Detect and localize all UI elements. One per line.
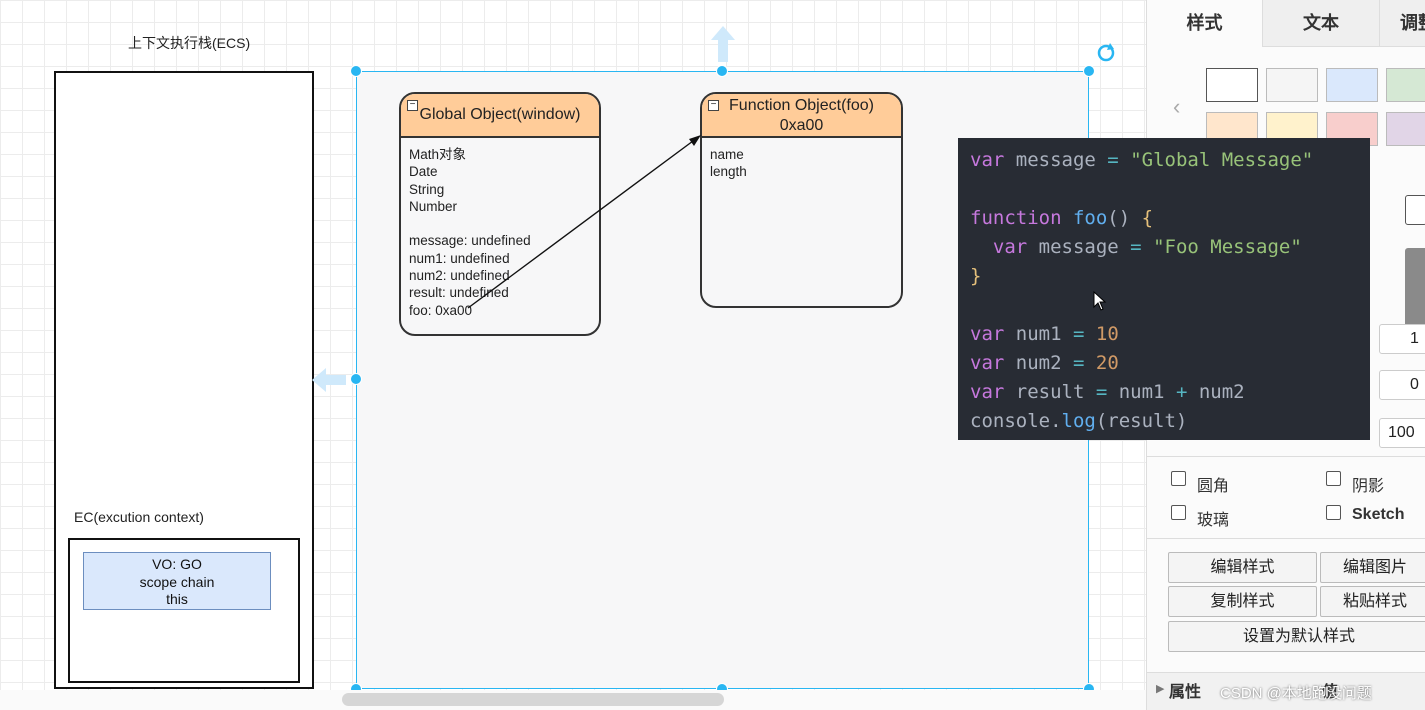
- code-line-10: console.log(result): [970, 410, 1188, 432]
- paste-style-button[interactable]: 粘贴样式: [1320, 586, 1425, 617]
- resize-handle[interactable]: [1083, 65, 1095, 77]
- properties-label: 属性: [1169, 684, 1202, 701]
- swatch-blue[interactable]: [1326, 68, 1378, 102]
- global-object-node[interactable]: − Global Object(window) Math对象 Date Stri…: [399, 92, 601, 336]
- csdn-watermark: CSDN @本地跑没问题: [1220, 685, 1372, 702]
- code-line-9: var result = num1 + num2: [970, 381, 1245, 403]
- this-line: this: [166, 591, 188, 607]
- function-object-title: Function Object(foo): [729, 97, 874, 114]
- percent-field[interactable]: 100: [1379, 418, 1425, 448]
- rounded-checkbox[interactable]: [1171, 471, 1186, 486]
- collapse-icon[interactable]: −: [407, 100, 418, 111]
- swatch-green[interactable]: [1386, 68, 1425, 102]
- code-line-7: var num1 = 10: [970, 323, 1119, 345]
- rotate-icon[interactable]: [1094, 41, 1118, 65]
- tab-text[interactable]: 文本: [1262, 0, 1379, 47]
- vo-line: VO: GO: [152, 556, 202, 572]
- code-line-8: var num2 = 20: [970, 352, 1119, 374]
- shadow-label: 阴影: [1352, 478, 1385, 495]
- expand-triangle-icon[interactable]: ▶: [1156, 682, 1164, 695]
- global-object-body: Math对象 Date String Number message: undef…: [409, 147, 531, 318]
- code-snippet-popup: var message = "Global Message" function …: [958, 138, 1370, 440]
- code-line-4: var message = "Foo Message": [992, 236, 1302, 258]
- ec-title: EC(excution context): [74, 509, 204, 525]
- tab-arrange[interactable]: 调整: [1379, 0, 1425, 47]
- divider: [1147, 538, 1425, 539]
- scope-chain-line: scope chain: [139, 573, 215, 590]
- ecs-title: 上下文执行栈(ECS): [128, 35, 251, 51]
- function-object-body: name length: [710, 147, 747, 180]
- tab-style[interactable]: 样式: [1147, 0, 1262, 47]
- glass-checkbox[interactable]: [1171, 505, 1186, 520]
- spacing-field[interactable]: 0: [1379, 370, 1425, 400]
- sketch-checkbox[interactable]: [1326, 505, 1341, 520]
- divider: [1147, 456, 1425, 457]
- resize-handle[interactable]: [350, 373, 362, 385]
- glass-label: 玻璃: [1197, 512, 1230, 529]
- edit-style-button[interactable]: 编辑样式: [1168, 552, 1317, 583]
- shadow-checkbox[interactable]: [1326, 471, 1341, 486]
- mouse-cursor-icon: [1093, 291, 1107, 311]
- opacity-field[interactable]: 1: [1379, 324, 1425, 354]
- global-object-title: Global Object(window): [419, 106, 581, 123]
- code-line-1: var message = "Global Message": [970, 149, 1314, 171]
- chevron-left-icon[interactable]: ‹: [1173, 94, 1180, 120]
- horizontal-scrollbar-thumb[interactable]: [342, 693, 724, 706]
- code-line-5: }: [970, 265, 982, 287]
- code-line-3: function foo() {: [970, 207, 1154, 229]
- swatch-grey[interactable]: [1266, 68, 1318, 102]
- edit-image-button[interactable]: 编辑图片: [1320, 552, 1425, 583]
- color-picker-button[interactable]: [1405, 195, 1425, 225]
- sketch-label: Sketch: [1352, 506, 1405, 523]
- connect-arrow-left-icon[interactable]: [310, 366, 348, 394]
- resize-handle[interactable]: [350, 65, 362, 77]
- function-object-node[interactable]: − Function Object(foo) 0xa00 name length: [700, 92, 903, 308]
- vo-box[interactable]: VO: GO scope chain this: [83, 552, 271, 610]
- function-object-header: − Function Object(foo) 0xa00: [702, 94, 901, 138]
- resize-handle[interactable]: [716, 65, 728, 77]
- swatch-white[interactable]: [1206, 68, 1258, 102]
- global-object-header: − Global Object(window): [401, 94, 599, 138]
- swatch-purple[interactable]: [1386, 112, 1425, 146]
- connect-arrow-up-icon[interactable]: [708, 24, 738, 64]
- copy-style-button[interactable]: 复制样式: [1168, 586, 1317, 617]
- collapse-icon[interactable]: −: [708, 100, 719, 111]
- set-default-style-button[interactable]: 设置为默认样式: [1168, 621, 1425, 652]
- function-object-address: 0xa00: [779, 117, 824, 134]
- rounded-label: 圆角: [1197, 478, 1230, 495]
